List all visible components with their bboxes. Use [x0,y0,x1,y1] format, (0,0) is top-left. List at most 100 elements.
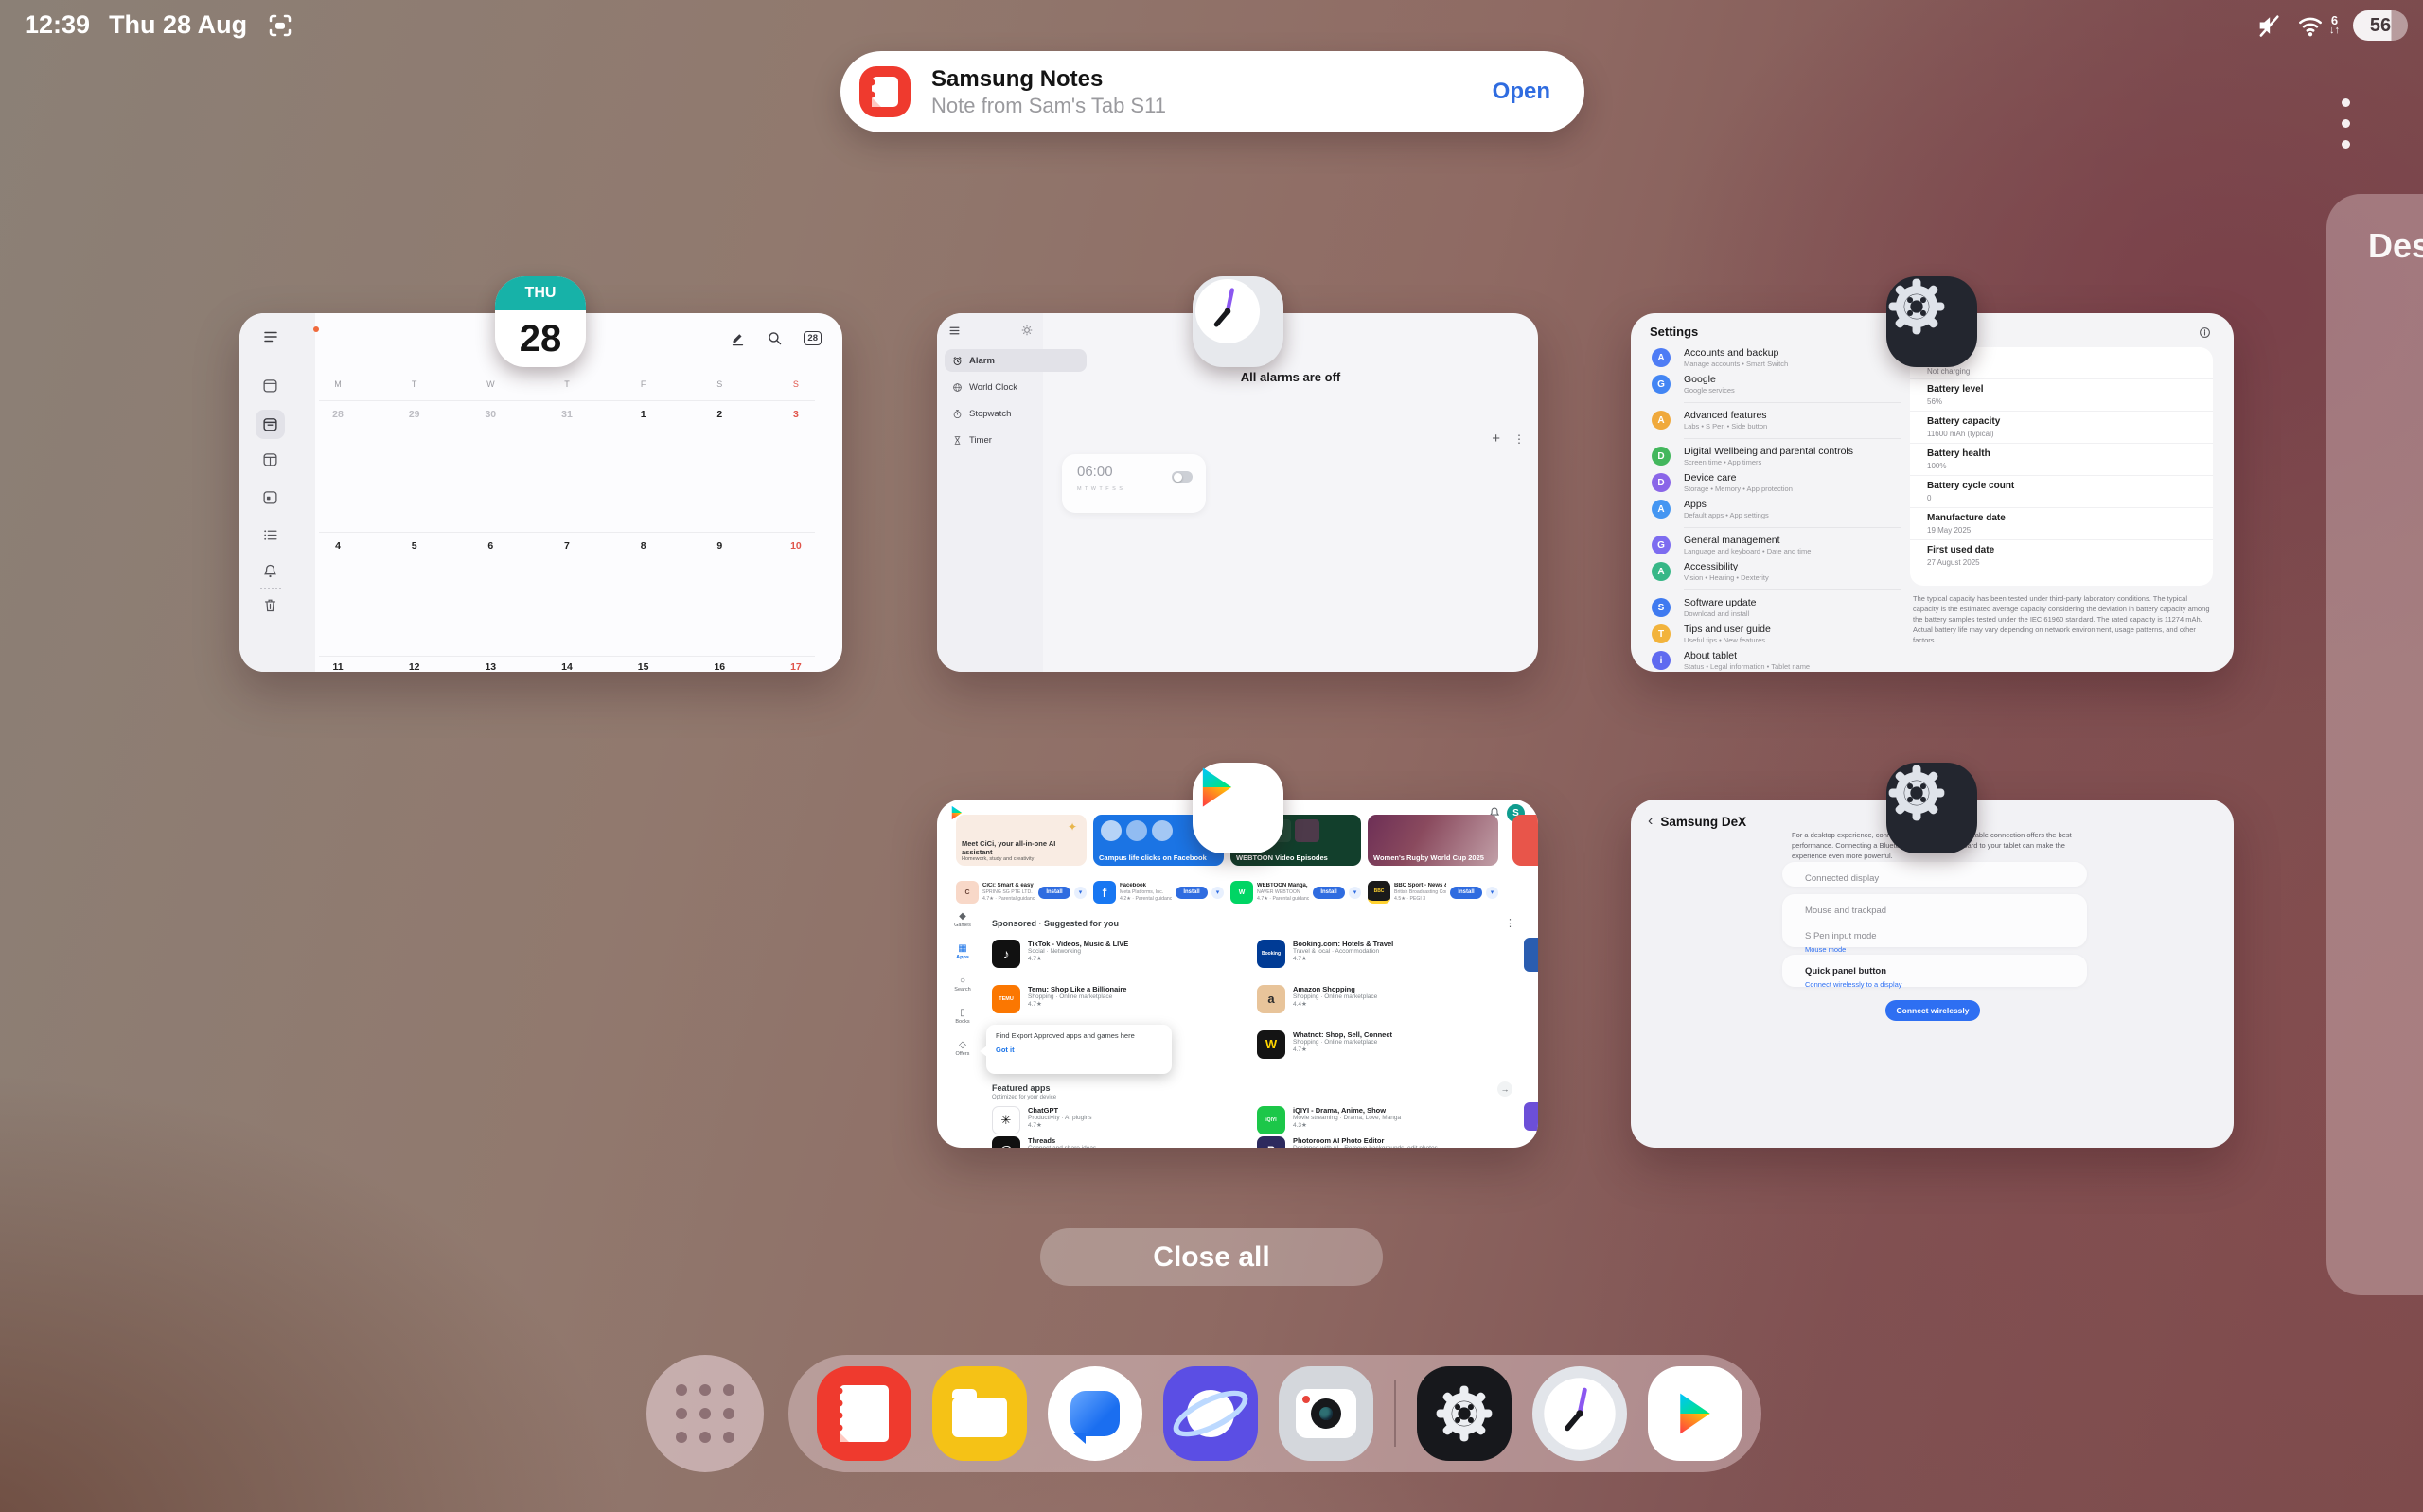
menu-icon[interactable] [262,328,315,350]
calendar-week-row[interactable]: 45678910 [319,540,815,552]
clock-app-icon[interactable] [1193,276,1283,367]
app-install-row[interactable]: f FacebookMeta Platforms, Inc.4.2★ · Par… [1093,873,1224,911]
mouse-trackpad-item[interactable]: Mouse and trackpad [1805,901,2064,918]
nav-search[interactable]: ○Search [941,976,984,993]
chevron-down-icon[interactable]: ▾ [1349,887,1361,899]
nav-games[interactable]: ◆Games [941,911,984,928]
clock-nav-alarm[interactable]: Alarm [945,349,1087,372]
more-options-icon[interactable] [2336,98,2355,149]
notification-open-button[interactable]: Open [1493,79,1550,105]
add-alarm-icon[interactable]: + [1492,431,1500,447]
samsung-notes-icon[interactable] [817,1366,911,1461]
settings-item[interactable]: AAccessibilityVision • Hearing • Dexteri… [1646,561,1917,586]
spen-input-mode-item[interactable]: S Pen input mode Mouse mode [1805,926,2064,954]
suggested-app-row[interactable]: ♪ TikTok - Videos, Music & LIVESocial · … [992,940,1238,968]
camera-icon[interactable] [1279,1366,1373,1461]
install-button[interactable]: Install [1176,887,1208,899]
clock-nav-stopwatch[interactable]: Stopwatch [945,402,1087,425]
trash-icon[interactable] [262,597,278,618]
chevron-down-icon[interactable]: ▾ [1212,887,1224,899]
alarm-toggle[interactable] [1172,471,1193,483]
samsung-internet-icon[interactable] [1163,1366,1258,1461]
back-icon[interactable]: ‹ [1648,813,1653,830]
nav-books[interactable]: ▯Books [941,1008,984,1025]
menu-icon[interactable] [948,325,961,337]
battery-row[interactable]: Battery level56% [1910,379,2213,412]
edit-icon[interactable] [730,330,746,346]
chevron-down-icon[interactable]: ▾ [1074,887,1087,899]
settings-item[interactable]: GGeneral managementLanguage and keyboard… [1646,535,1917,559]
settings-item-title: General management [1684,535,1780,546]
featured-app-row[interactable]: P Photoroom AI Photo EditorDesigned with… [1257,1136,1503,1148]
quick-panel-section[interactable]: Quick panel button Connect wirelessly to… [1782,955,2087,987]
battery-row[interactable]: Battery cycle count0 [1910,476,2213,508]
my-files-icon[interactable] [932,1366,1027,1461]
settings-item[interactable]: AAccounts and backupManage accounts • Sm… [1646,347,1917,372]
install-button[interactable]: Install [1450,887,1482,899]
screen-capture-icon[interactable] [266,11,294,40]
install-button[interactable]: Install [1038,887,1070,899]
settings-item[interactable]: GGoogleGoogle services [1646,374,1917,398]
chevron-down-icon[interactable]: ▾ [1486,887,1498,899]
edge-panel[interactable]: Des [2326,194,2423,1295]
clock-nav-timer[interactable]: Timer [945,429,1087,451]
suggested-app-row[interactable]: Booking Booking.com: Hotels & TravelTrav… [1257,940,1503,968]
play-store-app-icon[interactable] [1193,763,1283,853]
clock-icon[interactable] [1532,1366,1627,1461]
export-apps-tooltip[interactable]: Find Export Approved apps and games here… [986,1025,1172,1074]
list-icon[interactable] [262,527,278,548]
settings-item[interactable]: AAdvanced featuresLabs • S Pen • Side bu… [1646,410,1917,434]
app-install-row[interactable]: BBC BBC Sport - News & LiveBritish Broad… [1368,873,1498,911]
settings-item[interactable]: iAbout tabletStatus • Legal information … [1646,650,1917,672]
info-icon[interactable] [2199,326,2211,339]
calendar-app-icon[interactable]: THU 28 [495,276,586,367]
connected-display-section[interactable]: Connected display [1782,862,2087,887]
suggested-app-row[interactable]: W Whatnot: Shop, Sell, ConnectShopping ·… [1257,1030,1503,1059]
alarm-item[interactable]: 06:00 M T W T F S S [1062,454,1206,513]
search-icon[interactable] [767,330,783,346]
settings-item[interactable]: AAppsDefault apps • App settings [1646,499,1917,523]
featured-app-row[interactable]: iQIYI iQIYI - Drama, Anime, ShowMovie st… [1257,1106,1503,1134]
play-store-icon[interactable] [1648,1366,1742,1461]
calendar-week-row[interactable]: 11121314151617 [319,661,815,672]
got-it-button[interactable]: Got it [996,1046,1015,1054]
today-button[interactable]: 28 [804,331,822,345]
nav-apps[interactable]: ▦Apps [941,943,984,960]
battery-row[interactable]: Battery capacity11600 mAh (typical) [1910,412,2213,444]
settings-item[interactable]: SSoftware updateDownload and install [1646,597,1917,622]
battery-row[interactable]: Battery health100% [1910,444,2213,476]
settings-app-icon[interactable] [1886,763,1977,853]
all-apps-button[interactable] [646,1355,764,1472]
calendar-month-view-icon[interactable] [262,378,278,398]
app-install-row[interactable]: W WEBTOON Manga, ComicsNAVER WEBTOON4.7★… [1230,873,1361,911]
install-button[interactable]: Install [1313,887,1345,899]
settings-app-icon[interactable] [1886,276,1977,367]
messages-icon[interactable] [1048,1366,1142,1461]
featured-app-row[interactable]: ✳ ChatGPTProductivity · AI plugins4.7★ [992,1106,1238,1134]
bell-icon[interactable] [262,563,278,584]
battery-row[interactable]: First used date27 August 2025 [1910,540,2213,572]
promo-banner[interactable]: Women's Rugby World Cup 2025 [1368,815,1498,866]
featured-app-row[interactable]: @ ThreadsConnect and share ideas [992,1136,1238,1148]
suggested-app-row[interactable]: TEMU Temu: Shop Like a BillionaireShoppi… [992,985,1238,1013]
app-install-row[interactable]: C CiCi: Smart & easy chatSPRING SG PTE L… [956,873,1087,911]
connect-wirelessly-button[interactable]: Connect wirelessly [1885,1000,1980,1021]
nav-offers[interactable]: ◇Offers [941,1040,984,1057]
calendar-agenda-view-icon[interactable] [262,489,278,510]
notification-banner[interactable]: Samsung Notes Note from Sam's Tab S11 Op… [840,51,1584,132]
more-options-icon[interactable]: ⋮ [1513,432,1525,446]
close-all-button[interactable]: Close all [1040,1228,1383,1286]
calendar-day-view-icon-selected[interactable] [256,410,285,439]
settings-item[interactable]: TTips and user guideUseful tips • New fe… [1646,624,1917,648]
calendar-week-row[interactable]: 28293031123 [319,409,815,420]
promo-banner[interactable]: ✦ Meet CiCi, your all-in-one AI assistan… [956,815,1087,866]
calendar-week-view-icon[interactable] [262,451,278,472]
suggested-app-row[interactable]: a Amazon ShoppingShopping · Online marke… [1257,985,1503,1013]
settings-icon[interactable] [1417,1366,1512,1461]
battery-row[interactable]: Manufacture date19 May 2025 [1910,508,2213,540]
settings-item[interactable]: DDigital Wellbeing and parental controls… [1646,446,1917,470]
featured-next-icon[interactable]: → [1497,1081,1512,1097]
gear-icon[interactable] [1020,324,1034,337]
more-options-icon[interactable]: ⋮ [1505,917,1515,929]
settings-item[interactable]: DDevice careStorage • Memory • App prote… [1646,472,1917,497]
